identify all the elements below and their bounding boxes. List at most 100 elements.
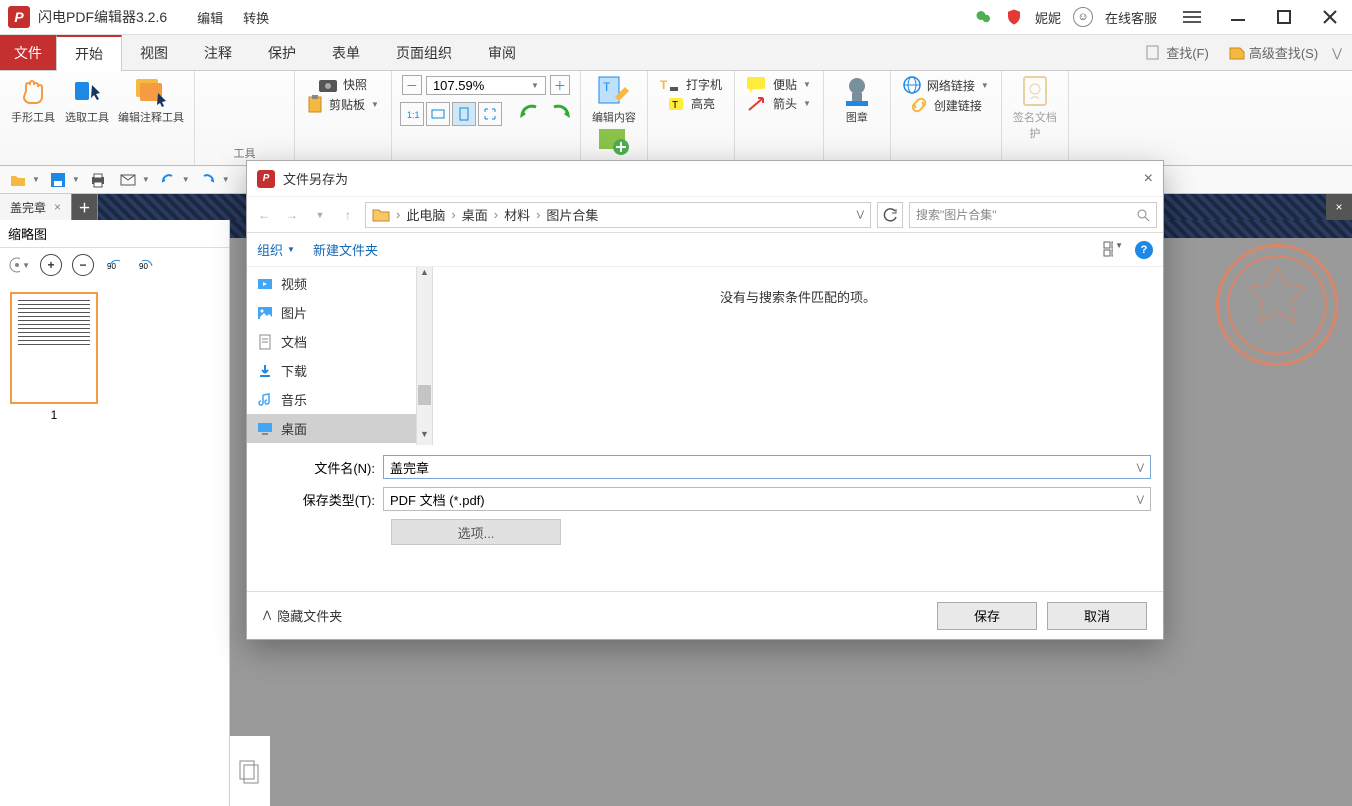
- tab-close-icon[interactable]: ×: [54, 200, 61, 214]
- web-link-button[interactable]: 网络链接▼: [899, 75, 993, 95]
- clipboard-button[interactable]: 剪贴板▼: [303, 94, 383, 114]
- select-tool[interactable]: 选取工具: [62, 75, 112, 125]
- breadcrumb-dropdown-icon[interactable]: ⋁: [857, 209, 864, 220]
- tab-form[interactable]: 表单: [314, 35, 378, 70]
- crumb[interactable]: 材料: [504, 205, 530, 224]
- tab-annotate[interactable]: 注释: [186, 35, 250, 70]
- filename-input[interactable]: 盖完章⋁: [383, 455, 1151, 479]
- adv-find-label: 高级查找(S): [1249, 43, 1318, 62]
- nav-history-icon[interactable]: ▼: [309, 204, 331, 226]
- folder-tree[interactable]: 视频 图片 文档 下载 音乐 桌面: [247, 267, 417, 445]
- nav-back-icon[interactable]: ←: [253, 204, 275, 226]
- collapse-ribbon-icon[interactable]: ⋁: [1332, 46, 1342, 60]
- snapshot-button[interactable]: 快照: [315, 75, 371, 94]
- arrow-button[interactable]: 箭头▼: [743, 94, 815, 113]
- menu-edit[interactable]: 编辑: [187, 4, 233, 31]
- fit-visible-icon[interactable]: [478, 102, 502, 126]
- tab-review[interactable]: 审阅: [470, 35, 534, 70]
- tab-protect[interactable]: 保护: [250, 35, 314, 70]
- highlight-button[interactable]: T高亮: [663, 94, 719, 113]
- undo-icon[interactable]: [156, 170, 180, 190]
- tree-documents[interactable]: 文档: [247, 327, 416, 356]
- tab-close-all-icon[interactable]: ×: [1326, 194, 1352, 220]
- thumb-zoom-in-icon[interactable]: +: [40, 254, 62, 276]
- refresh-button[interactable]: [877, 202, 903, 228]
- thumb-settings-icon[interactable]: ▼: [8, 254, 30, 276]
- rotate-right-icon[interactable]: 90: [136, 254, 158, 276]
- close-button[interactable]: [1316, 3, 1344, 31]
- crumb[interactable]: 图片合集: [546, 205, 598, 224]
- fit-actual-icon[interactable]: 1:1: [400, 102, 424, 126]
- tree-downloads[interactable]: 下载: [247, 356, 416, 385]
- zoom-in-button[interactable]: ＋: [550, 75, 570, 95]
- add-tab-button[interactable]: ＋: [72, 194, 98, 220]
- save-as-dialog: P 文件另存为 × ← → ▼ ↑ › 此电脑› 桌面› 材料› 图片合集 ⋁ …: [246, 160, 1164, 640]
- dialog-close-button[interactable]: ×: [1144, 170, 1153, 188]
- thumbnail-item[interactable]: 1: [10, 292, 98, 422]
- tree-desktop[interactable]: 桌面: [247, 414, 416, 443]
- minimize-button[interactable]: [1224, 3, 1252, 31]
- fit-width-icon[interactable]: [426, 102, 450, 126]
- edit-content-button[interactable]: T 编辑内容: [589, 75, 639, 125]
- view-mode-icon[interactable]: ▼: [1103, 241, 1123, 259]
- tab-view[interactable]: 视图: [122, 35, 186, 70]
- open-icon[interactable]: [6, 170, 30, 190]
- filename-label: 文件名(N):: [259, 458, 383, 477]
- tab-file[interactable]: 文件: [0, 35, 56, 70]
- document-tab[interactable]: 盖完章×: [0, 194, 72, 220]
- hide-folders-toggle[interactable]: ⋀隐藏文件夹: [263, 606, 342, 625]
- tree-music[interactable]: 音乐: [247, 385, 416, 414]
- support-link[interactable]: 在线客服: [1105, 8, 1157, 27]
- zoom-controls: － 107.59%▼ ＋: [402, 75, 570, 95]
- user-avatar-icon[interactable]: ☺: [1073, 7, 1093, 27]
- print-icon[interactable]: [86, 170, 110, 190]
- undo-icon[interactable]: [518, 101, 544, 127]
- find-button[interactable]: 查找(F): [1140, 41, 1215, 64]
- breadcrumb[interactable]: › 此电脑› 桌面› 材料› 图片合集 ⋁: [365, 202, 871, 228]
- maximize-button[interactable]: [1270, 3, 1298, 31]
- save-icon[interactable]: [46, 170, 70, 190]
- typewriter-button[interactable]: T打字机: [656, 75, 726, 94]
- nav-forward-icon[interactable]: →: [281, 204, 303, 226]
- hand-tool[interactable]: 手形工具: [8, 75, 58, 125]
- menu-convert[interactable]: 转换: [233, 4, 279, 31]
- advanced-find-button[interactable]: 高级查找(S): [1223, 41, 1324, 64]
- user-name[interactable]: 妮妮: [1035, 8, 1061, 27]
- redo-icon[interactable]: [196, 170, 220, 190]
- thumb-zoom-out-icon[interactable]: −: [72, 254, 94, 276]
- redo-icon[interactable]: [546, 101, 572, 127]
- edit-annotation-tool[interactable]: 编辑注释工具: [116, 75, 186, 125]
- shield-icon[interactable]: [1005, 8, 1023, 26]
- create-link-button[interactable]: 创建链接: [906, 95, 986, 115]
- stamp-button[interactable]: 图章: [832, 75, 882, 125]
- rotate-left-icon[interactable]: 90: [104, 254, 126, 276]
- tree-videos[interactable]: 视频: [247, 269, 416, 298]
- ribbon: 手形工具 选取工具 编辑注释工具 工具 快照 剪贴板▼ － 107.59%▼ ＋…: [0, 71, 1352, 166]
- crumb[interactable]: 桌面: [462, 205, 488, 224]
- email-icon[interactable]: [116, 170, 140, 190]
- cancel-button[interactable]: 取消: [1047, 602, 1147, 630]
- page-copy-icon[interactable]: [230, 736, 270, 806]
- options-button[interactable]: 选项...: [391, 519, 561, 545]
- new-folder-button[interactable]: 新建文件夹: [313, 240, 378, 259]
- wechat-icon[interactable]: [975, 8, 993, 26]
- crumb[interactable]: 此电脑: [406, 205, 445, 224]
- help-icon[interactable]: ?: [1135, 241, 1153, 259]
- tools-panel-label: 工具: [234, 145, 256, 161]
- filetype-combo[interactable]: PDF 文档 (*.pdf)⋁: [383, 487, 1151, 511]
- tree-scrollbar[interactable]: ▲▼: [417, 267, 433, 445]
- thumb-page-number: 1: [10, 408, 98, 422]
- sticky-note-button[interactable]: 便贴▼: [743, 75, 815, 94]
- tab-page[interactable]: 页面组织: [378, 35, 470, 70]
- organize-button[interactable]: 组织▼: [257, 240, 295, 259]
- svg-text:90: 90: [139, 262, 148, 271]
- fit-page-icon[interactable]: [452, 102, 476, 126]
- tree-pictures[interactable]: 图片: [247, 298, 416, 327]
- tab-start[interactable]: 开始: [56, 35, 122, 71]
- nav-up-icon[interactable]: ↑: [337, 204, 359, 226]
- menu-hamburger-icon[interactable]: [1178, 3, 1206, 31]
- zoom-out-button[interactable]: －: [402, 75, 422, 95]
- save-button[interactable]: 保存: [937, 602, 1037, 630]
- zoom-combo[interactable]: 107.59%▼: [426, 76, 546, 95]
- search-input[interactable]: 搜索"图片合集": [909, 202, 1157, 228]
